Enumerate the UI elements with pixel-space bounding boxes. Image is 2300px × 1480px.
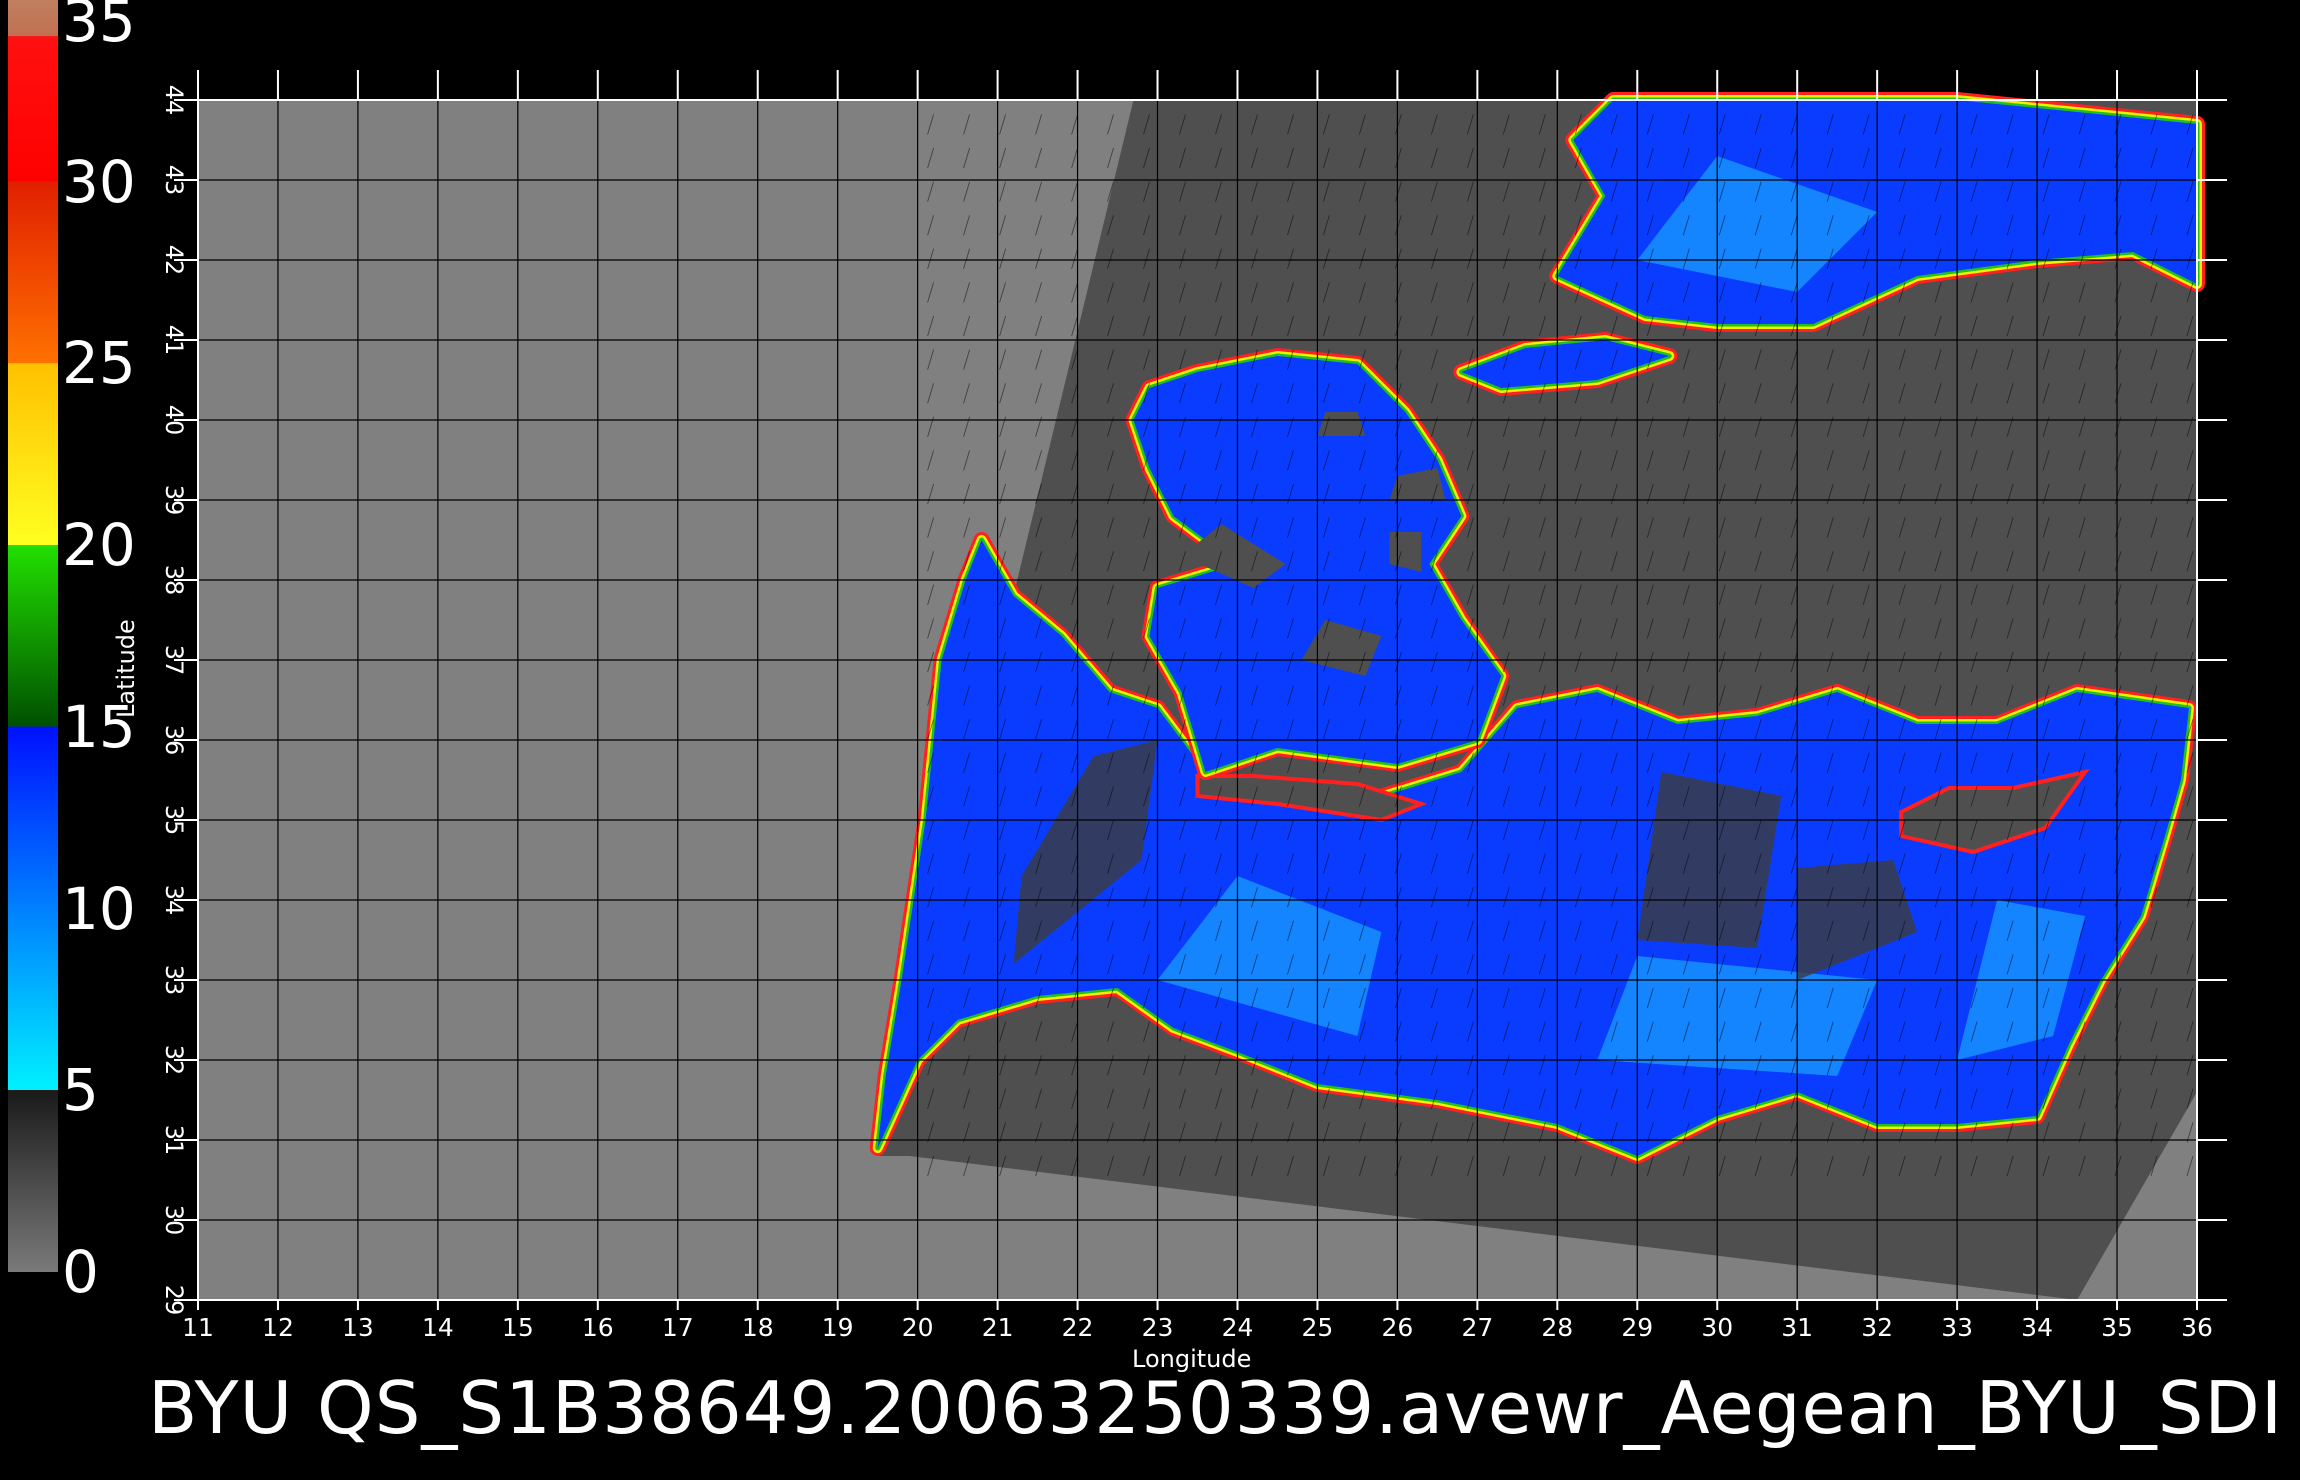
lat-tick-label: 38	[160, 565, 188, 596]
lon-tick-label: 35	[2101, 1313, 2133, 1342]
image-caption: BYU QS_S1B38649.20063250339.avewr_Aegean…	[148, 1366, 2284, 1450]
lon-tick-label: 11	[182, 1313, 214, 1342]
lat-tick-label: 39	[160, 485, 188, 516]
lon-tick-label: 28	[1541, 1313, 1573, 1342]
lon-tick-label: 27	[1461, 1313, 1493, 1342]
lat-tick-label: 37	[160, 645, 188, 676]
lat-tick-label: 36	[160, 725, 188, 756]
lon-tick-label: 32	[1861, 1313, 1893, 1342]
lon-tick-label: 13	[342, 1313, 374, 1342]
lat-tick-label: 43	[160, 165, 188, 196]
lon-tick-label: 18	[742, 1313, 774, 1342]
lat-tick-label: 31	[160, 1125, 188, 1156]
lat-tick-label: 40	[160, 405, 188, 436]
lon-tick-label: 30	[1701, 1313, 1733, 1342]
lon-tick-label: 25	[1302, 1313, 1334, 1342]
lon-tick-label: 12	[262, 1313, 294, 1342]
lat-tick-label: 42	[160, 245, 188, 276]
lat-tick-label: 44	[160, 85, 188, 116]
lat-tick-label: 34	[160, 885, 188, 916]
lat-tick-label: 35	[160, 805, 188, 836]
lon-tick-label: 29	[1621, 1313, 1653, 1342]
lon-tick-label: 14	[422, 1313, 454, 1342]
lat-tick-label: 29	[160, 1285, 188, 1316]
lon-tick-label: 26	[1381, 1313, 1413, 1342]
lon-tick-label: 33	[1941, 1313, 1973, 1342]
lon-tick-label: 31	[1781, 1313, 1813, 1342]
lon-tick-label: 16	[582, 1313, 614, 1342]
lat-tick-label: 41	[160, 325, 188, 356]
lon-tick-label: 23	[1142, 1313, 1174, 1342]
lon-tick-label: 19	[822, 1313, 854, 1342]
lat-tick-label: 32	[160, 1045, 188, 1076]
lat-tick-label: 30	[160, 1205, 188, 1236]
lon-tick-label: 17	[662, 1313, 694, 1342]
lon-tick-label: 24	[1222, 1313, 1254, 1342]
lon-tick-label: 34	[2021, 1313, 2053, 1342]
lat-tick-label: 33	[160, 965, 188, 996]
wind-speed-map: 11 12 13 14 15 16 17 18 19 20 21 22 23 24 25 26 27 28 29 30…	[160, 70, 2227, 1342]
lon-tick-label: 21	[982, 1313, 1014, 1342]
lon-tick-label: 36	[2181, 1313, 2213, 1342]
lon-tick-label: 22	[1062, 1313, 1094, 1342]
lon-tick-label: 15	[502, 1313, 534, 1342]
lon-tick-label: 20	[902, 1313, 934, 1342]
y-axis-label: Latitude	[112, 619, 140, 718]
